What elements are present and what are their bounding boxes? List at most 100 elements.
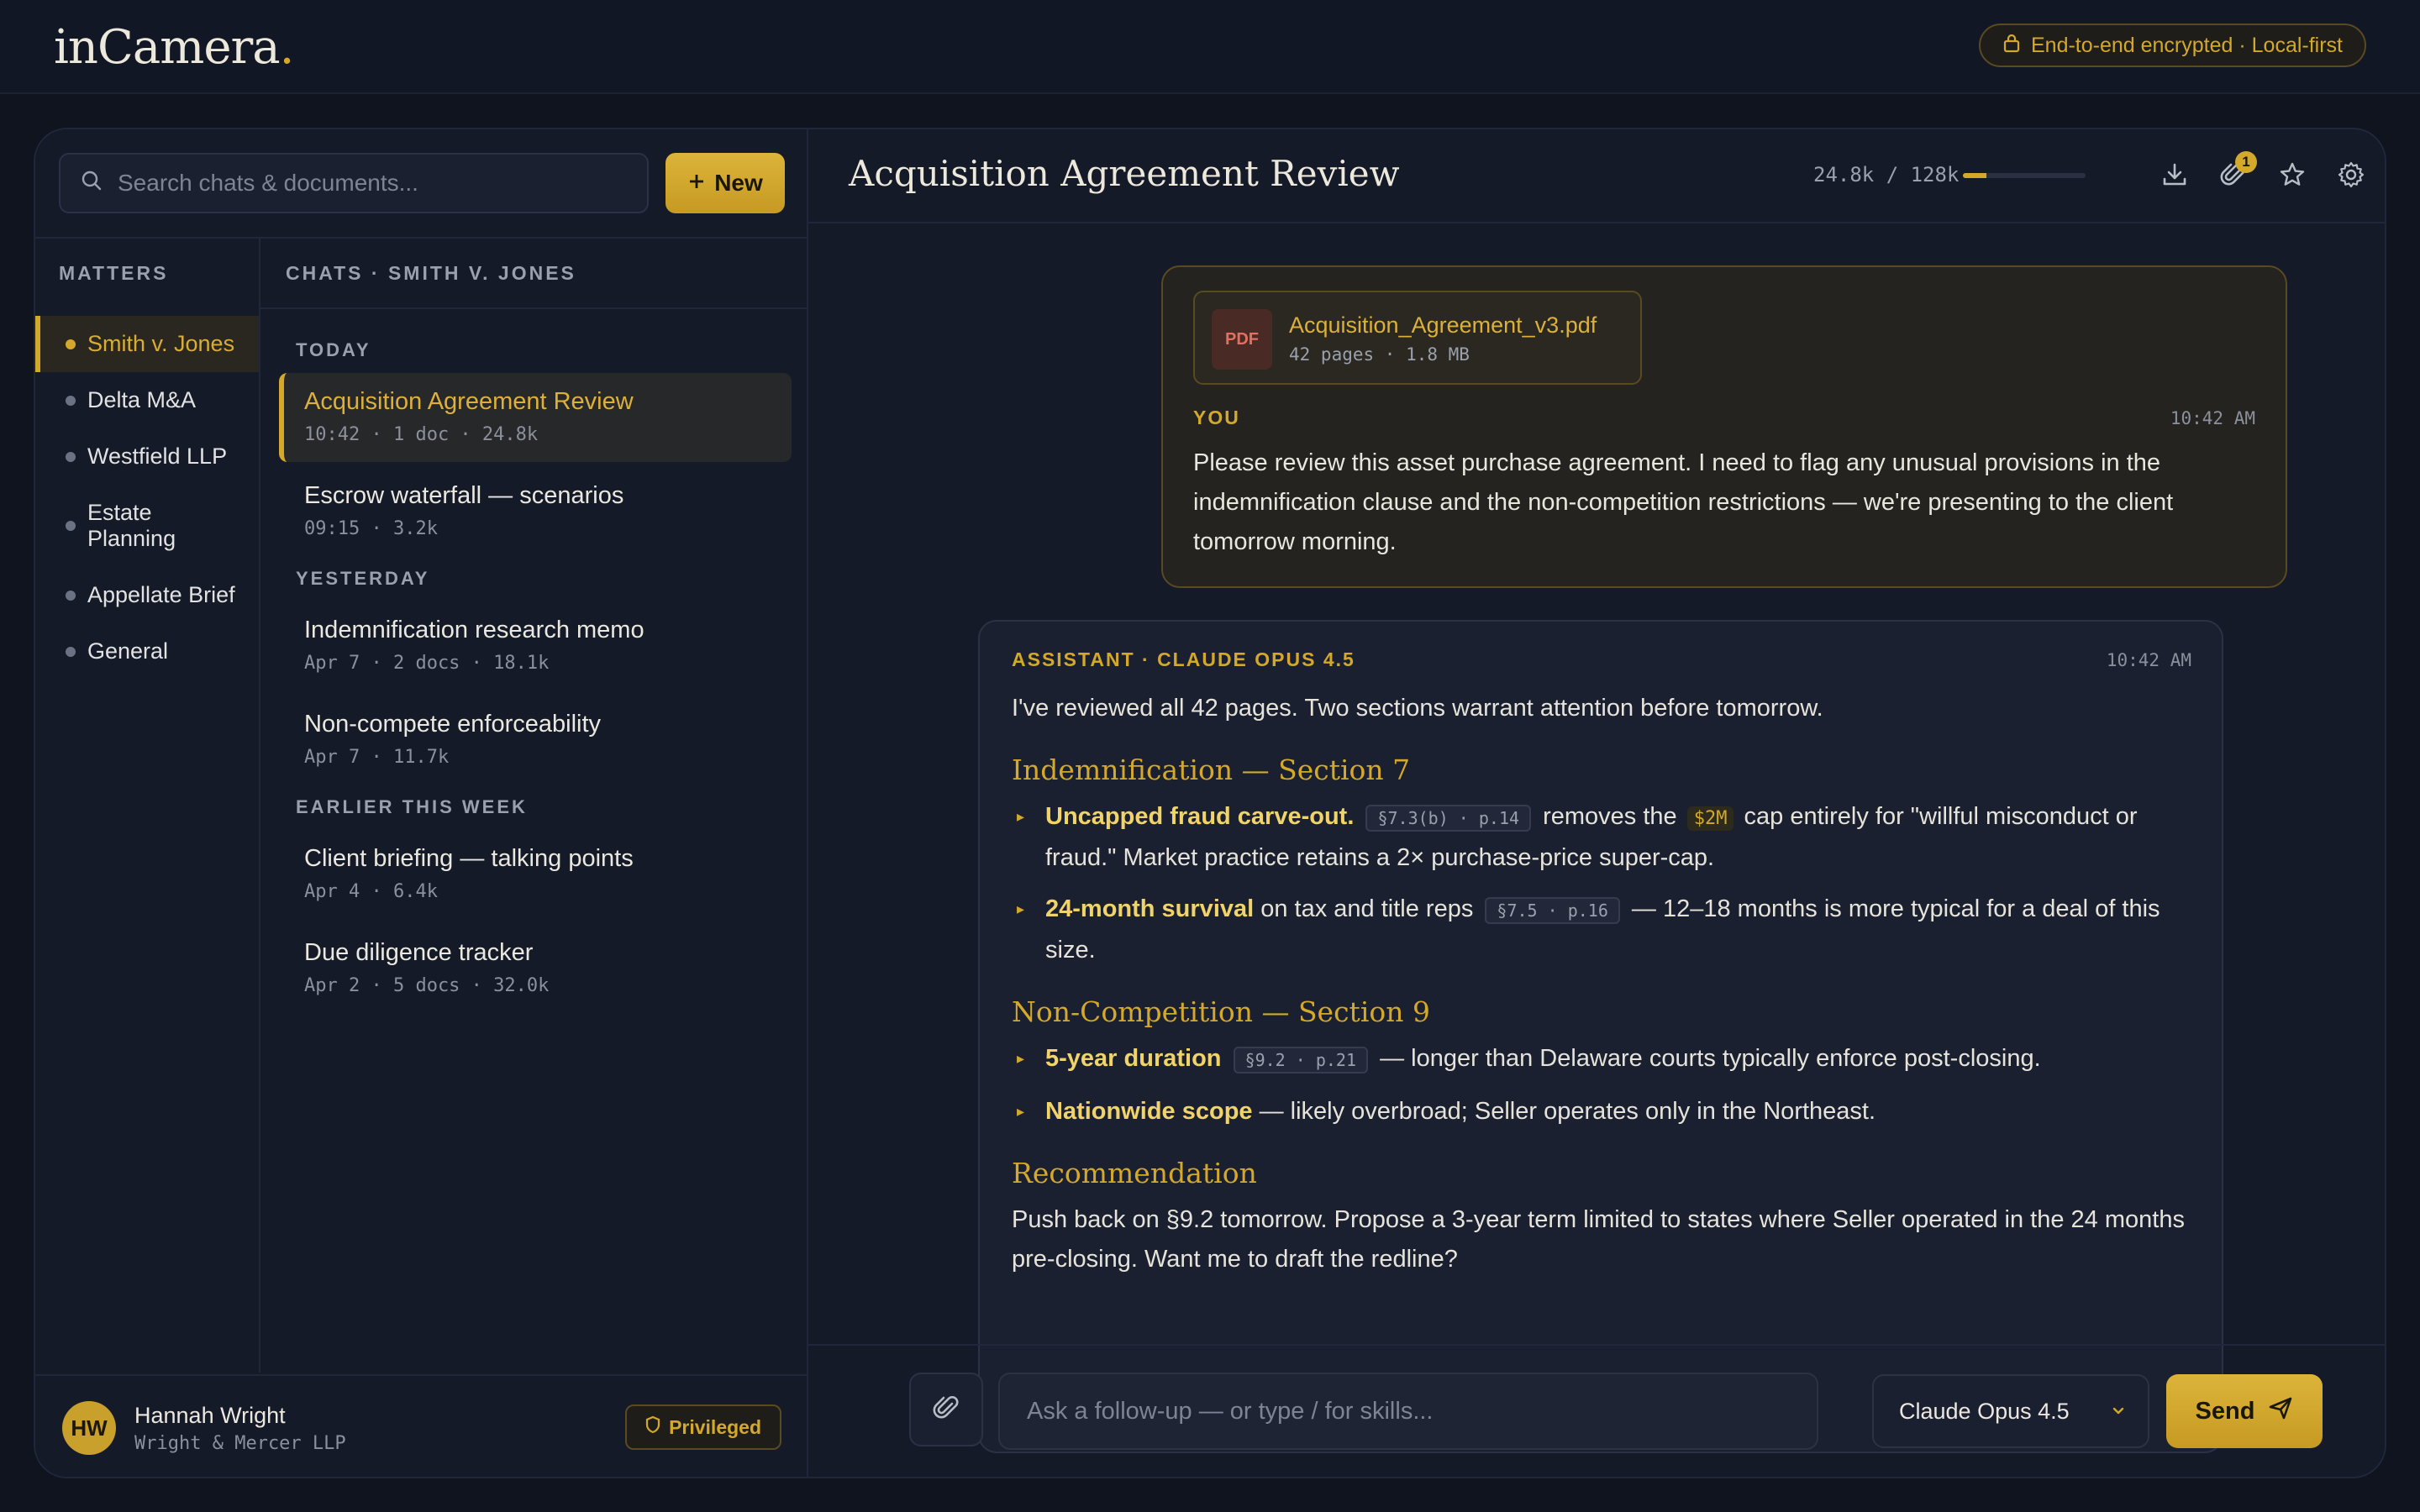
model-selector-value: Claude Opus 4.5 <box>1899 1398 2070 1424</box>
recommendation-heading: Recommendation <box>1012 1157 1257 1189</box>
send-label: Send <box>2195 1397 2255 1425</box>
privileged-label: Privileged <box>669 1415 761 1438</box>
group-label-today: TODAY <box>296 339 371 360</box>
matter-item-estate-planning[interactable]: Estate Planning <box>35 485 259 567</box>
chat-item[interactable]: Client briefing — talking points Apr 4 ·… <box>279 830 792 919</box>
bullet-list: ▸ 5-year duration §9.2 · p.21 — longer t… <box>1012 1039 2196 1131</box>
matter-label: Westfield LLP <box>87 444 228 469</box>
list-item: ▸ 24-month survival on tax and title rep… <box>1012 890 2196 970</box>
conversation-title: Acquisition Agreement Review <box>849 153 1400 194</box>
search-icon <box>81 170 103 197</box>
chat-meta: Apr 2 · 5 docs · 32.0k <box>304 975 550 996</box>
matter-item-appellate-brief[interactable]: Appellate Brief <box>35 567 259 623</box>
matter-label: Estate Planning <box>87 500 176 551</box>
send-button[interactable]: Send <box>2166 1374 2323 1448</box>
attach-file-button[interactable] <box>909 1373 983 1446</box>
chat-list: TODAY Acquisition Agreement Review 10:42… <box>279 328 792 1018</box>
app-logo[interactable]: inCamera. <box>54 20 294 75</box>
context-usage-bar <box>1963 173 2086 178</box>
chat-item[interactable]: Due diligence tracker Apr 2 · 5 docs · 3… <box>279 924 792 1013</box>
chat-title: Client briefing — talking points <box>304 845 634 872</box>
left-sidebar: Search chats & documents... New MATTERS … <box>35 129 808 1477</box>
chat-meta: Apr 7 · 2 docs · 18.1k <box>304 653 550 674</box>
encryption-badge: End-to-end encrypted · Local-first <box>1978 24 2366 67</box>
highlight-text: Uncapped fraud carve-out. <box>1045 803 1355 830</box>
list-item: ▸ Uncapped fraud carve-out. §7.3(b) · p.… <box>1012 797 2196 878</box>
favorite-button[interactable] <box>2274 158 2311 195</box>
list-item: ▸ 5-year duration §9.2 · p.21 — longer t… <box>1012 1039 2196 1080</box>
matter-bullet <box>66 395 76 406</box>
assistant-message: ASSISTANT · CLAUDE OPUS 4.5 10:42 AM I'v… <box>978 620 2223 1453</box>
matter-bullet <box>66 339 76 349</box>
context-usage: 24.8k / 128k <box>1813 163 1960 186</box>
message-body: I've reviewed all 42 pages. Two sections… <box>1012 689 2196 1279</box>
pdf-attachment[interactable]: PDF Acquisition_Agreement_v3.pdf 42 page… <box>1193 291 1642 385</box>
model-selector[interactable]: Claude Opus 4.5 <box>1872 1374 2149 1448</box>
settings-button[interactable] <box>2333 158 2370 195</box>
amount-chip: $2M <box>1686 806 1734 831</box>
download-icon <box>2160 160 2189 193</box>
section-heading: Indemnification — Section 7 <box>1012 753 1411 786</box>
matter-label: Smith v. Jones <box>87 331 235 356</box>
highlight-text: 24-month survival <box>1045 895 1255 922</box>
highlight-text: Nationwide scope <box>1045 1098 1253 1125</box>
matter-bullet <box>66 646 76 657</box>
avatar[interactable]: HW <box>62 1401 116 1455</box>
user-firm: Wright & Mercer LLP <box>134 1433 346 1454</box>
chats-column: CHATS · SMITH V. JONES TODAY Acquisition… <box>260 239 808 1373</box>
bullet-text: removes the <box>1536 803 1684 830</box>
bullet-text: on tax and title reps <box>1254 895 1481 922</box>
group-label-earlier: EARLIER THIS WEEK <box>296 796 528 817</box>
shield-icon <box>645 1415 660 1439</box>
message-input-placeholder: Ask a follow-up — or type / for skills..… <box>1027 1397 1434 1425</box>
matters-column: MATTERS Smith v. Jones Delta M&A Westfie… <box>35 239 260 1373</box>
encryption-badge-label: End-to-end encrypted · Local-first <box>2030 33 2343 57</box>
attachments-count-badge: 1 <box>2235 151 2257 173</box>
group-label-yesterday: YESTERDAY <box>296 568 430 589</box>
user-profile: HW Hannah Wright Wright & Mercer LLP Pri… <box>35 1374 807 1477</box>
citation-chip[interactable]: §7.5 · p.16 <box>1485 897 1620 924</box>
matter-item-delta-ma[interactable]: Delta M&A <box>35 372 259 428</box>
conversation-panel: Acquisition Agreement Review 24.8k / 128… <box>808 129 2385 1477</box>
chats-heading: CHATS · SMITH V. JONES <box>286 262 576 284</box>
star-icon <box>2278 160 2307 193</box>
citation-chip[interactable]: §7.3(b) · p.14 <box>1365 805 1532 832</box>
chat-item[interactable]: Non-compete enforceability Apr 7 · 11.7k <box>279 696 792 785</box>
plus-icon <box>687 170 706 197</box>
citation-chip[interactable]: §9.2 · p.21 <box>1233 1047 1369 1074</box>
pdf-icon: PDF <box>1212 309 1272 370</box>
message-input[interactable]: Ask a follow-up — or type / for skills..… <box>998 1373 1818 1450</box>
matter-item-general[interactable]: General <box>35 623 259 680</box>
matter-bullet <box>66 521 76 531</box>
chat-item[interactable]: Indemnification research memo Apr 7 · 2 … <box>279 601 792 690</box>
chat-item[interactable]: Escrow waterfall — scenarios 09:15 · 3.2… <box>279 467 792 556</box>
chat-item[interactable]: Acquisition Agreement Review 10:42 · 1 d… <box>279 373 792 462</box>
search-placeholder: Search chats & documents... <box>118 170 418 196</box>
highlight-text: 5-year duration <box>1045 1045 1222 1072</box>
chats-header: CHATS · SMITH V. JONES <box>260 239 808 309</box>
bullet-text: — likely overbroad; Seller operates only… <box>1252 1098 1876 1125</box>
download-button[interactable] <box>2156 158 2193 195</box>
composer: Ask a follow-up — or type / for skills..… <box>808 1344 2385 1477</box>
top-bar: inCamera. End-to-end encrypted · Local-f… <box>0 0 2420 94</box>
chat-title: Indemnification research memo <box>304 617 644 643</box>
attachment-meta: 42 pages · 1.8 MB <box>1289 344 1470 365</box>
chat-title: Due diligence tracker <box>304 939 534 966</box>
list-item: ▸ Nationwide scope — likely overbroad; S… <box>1012 1092 2196 1131</box>
matter-label: Delta M&A <box>87 387 197 412</box>
search-input[interactable]: Search chats & documents... <box>59 153 649 213</box>
recommendation-text: Push back on §9.2 tomorrow. Propose a 3-… <box>1012 1206 2185 1273</box>
attachments-button[interactable]: 1 <box>2215 151 2257 195</box>
new-chat-button[interactable]: New <box>666 153 785 213</box>
privileged-badge: Privileged <box>625 1404 781 1450</box>
matter-item-westfield-llp[interactable]: Westfield LLP <box>35 428 259 485</box>
matter-bullet <box>66 451 76 462</box>
user-message: PDF Acquisition_Agreement_v3.pdf 42 page… <box>1161 265 2287 588</box>
message-time: 10:42 AM <box>2170 408 2255 428</box>
paperclip-icon <box>932 1394 960 1426</box>
sender-label: YOU <box>1193 407 1240 428</box>
bullet-arrow-icon: ▸ <box>1017 900 1025 917</box>
matter-bullet <box>66 590 76 601</box>
matter-item-smith-v-jones[interactable]: Smith v. Jones <box>35 316 259 372</box>
message-text: Please review this asset purchase agreem… <box>1193 449 2174 555</box>
